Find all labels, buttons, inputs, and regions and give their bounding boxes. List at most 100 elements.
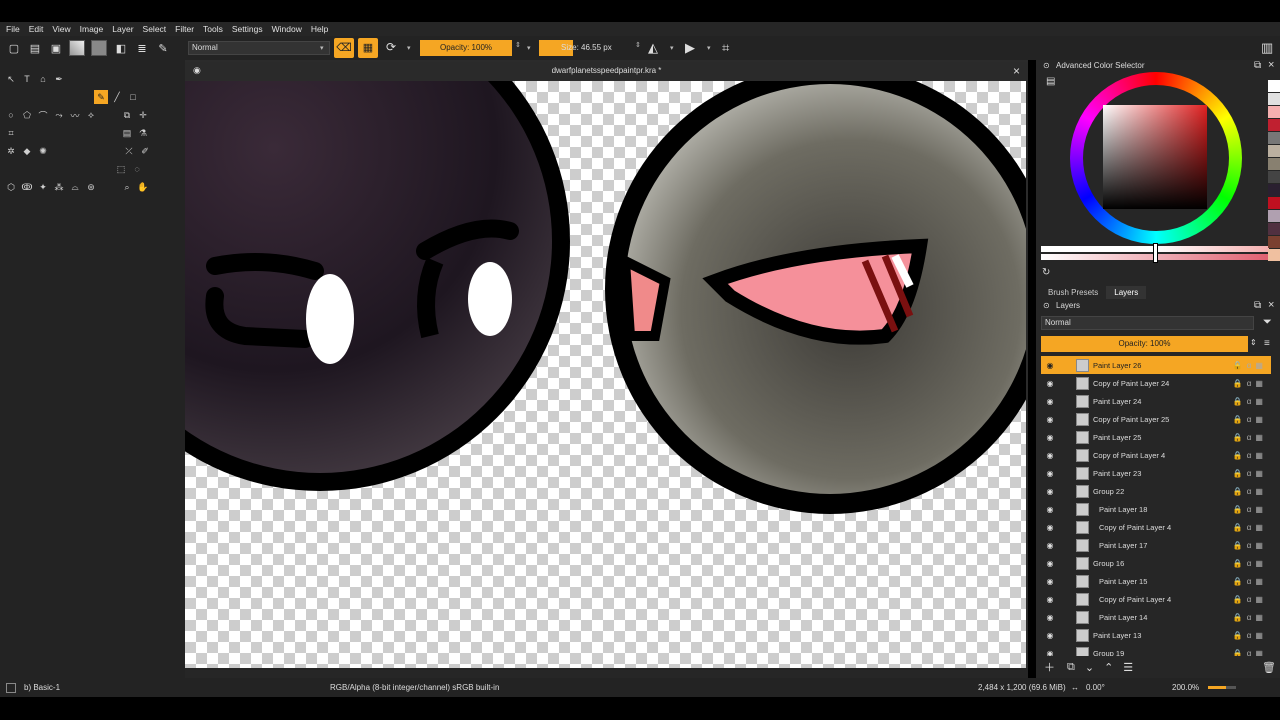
menu-item-select[interactable]: Select	[143, 24, 167, 34]
brush-name[interactable]: b) Basic-1	[24, 683, 60, 692]
layer-flags-icon[interactable]: 🔒α▦	[1233, 451, 1267, 460]
visibility-eye-icon[interactable]: ◉	[1044, 451, 1056, 460]
tab-layers[interactable]: Layers	[1106, 286, 1147, 299]
add-layer-icon[interactable]: ＋	[1044, 659, 1055, 675]
layer-row[interactable]: ◉ Paint Layer 18 🔒α▦	[1041, 500, 1271, 518]
color-patch[interactable]	[1268, 93, 1280, 105]
layer-flags-icon[interactable]: 🔒α▦	[1233, 631, 1267, 640]
spin-arrows-icon[interactable]: ⇕	[1250, 338, 1257, 347]
layer-row[interactable]: ◉ Paint Layer 26 🔒α▦	[1041, 356, 1271, 374]
brush-preview-icon[interactable]	[6, 682, 16, 693]
ellipse-select-icon[interactable]: ◌	[130, 162, 144, 176]
edit-shapes-icon[interactable]: ⌂	[36, 72, 50, 86]
bezier-tool-icon[interactable]: ⤳	[52, 108, 66, 122]
color-patch[interactable]	[1268, 158, 1280, 170]
close-icon[interactable]: ×	[1268, 59, 1274, 71]
layer-flags-icon[interactable]: 🔒α▦	[1233, 379, 1267, 388]
similar-select-icon[interactable]: ⁂	[52, 180, 66, 194]
float-icon[interactable]: ⧉	[1254, 300, 1261, 311]
workspace-icon[interactable]: ▥	[1261, 40, 1273, 56]
reload-icon[interactable]: ⟳	[386, 40, 396, 54]
visibility-eye-icon[interactable]: ◉	[1044, 361, 1056, 370]
float-icon[interactable]: ⧉	[1254, 60, 1261, 71]
menu-item-help[interactable]: Help	[311, 24, 328, 34]
layer-row[interactable]: ◉ Paint Layer 17 🔒α▦	[1041, 536, 1271, 554]
rect-select-icon[interactable]: ⬚	[114, 162, 128, 176]
layer-flags-icon[interactable]: 🔒α▦	[1233, 577, 1267, 586]
color-patch[interactable]	[1268, 132, 1280, 144]
move-down-icon[interactable]: ⌄	[1085, 661, 1094, 674]
move-tool-icon[interactable]: ✛	[136, 108, 150, 122]
color-patch[interactable]	[1268, 223, 1280, 235]
pattern-swatch[interactable]	[91, 40, 107, 56]
gradient-swatch[interactable]	[69, 40, 85, 56]
menu-item-file[interactable]: File	[6, 24, 20, 34]
layer-row[interactable]: ◉ Group 19 🔒α▦	[1041, 644, 1271, 656]
colorize-mask-icon[interactable]: ✲	[4, 144, 18, 158]
reset-icon[interactable]: ↻	[1042, 267, 1050, 278]
blend-mode-select[interactable]: Normal	[188, 41, 330, 55]
layer-flags-icon[interactable]: 🔒α▦	[1233, 415, 1267, 424]
mirror-horizontal-icon[interactable]: ◭	[648, 40, 658, 56]
visibility-eye-icon[interactable]: ◉	[1044, 433, 1056, 442]
color-patch[interactable]	[1268, 80, 1280, 92]
eraser-mode-icon[interactable]: ⌫	[334, 38, 354, 58]
close-icon[interactable]: ×	[1013, 62, 1020, 80]
color-patch[interactable]	[1268, 119, 1280, 131]
color-picker-icon[interactable]: ⚗	[136, 126, 150, 140]
visibility-eye-icon[interactable]: ◉	[1044, 469, 1056, 478]
visibility-eye-icon[interactable]: ◉	[1044, 649, 1056, 657]
layer-flags-icon[interactable]: 🔒α▦	[1233, 559, 1267, 568]
zoom-tool-icon[interactable]: ⌕	[120, 180, 134, 194]
brush-settings-icon[interactable]: ≣	[135, 41, 149, 55]
move-up-icon[interactable]: ⌃	[1104, 661, 1113, 674]
visibility-eye-icon[interactable]: ◉	[1044, 631, 1056, 640]
color-patch[interactable]	[1268, 236, 1280, 248]
fg-bg-color-icon[interactable]: ◧	[114, 41, 128, 55]
visibility-eye-icon[interactable]: ◉	[1044, 505, 1056, 514]
menu-item-window[interactable]: Window	[272, 24, 302, 34]
close-icon[interactable]: ×	[1268, 299, 1274, 311]
polygon-tool-icon[interactable]: ⬠	[20, 108, 34, 122]
dynamic-brush-icon[interactable]: ⟡	[84, 108, 98, 122]
visibility-eye-icon[interactable]: ◉	[1044, 379, 1056, 388]
menu-item-view[interactable]: View	[52, 24, 70, 34]
layer-flags-icon[interactable]: 🔒α▦	[1233, 613, 1267, 622]
new-document-icon[interactable]: ▢	[7, 41, 21, 55]
visibility-eye-icon[interactable]: ◉	[1044, 415, 1056, 424]
menu-item-layer[interactable]: Layer	[112, 24, 133, 34]
visibility-eye-icon[interactable]: ◉	[1044, 523, 1056, 532]
brush-preset-icon[interactable]: ✎	[156, 41, 170, 55]
filter-icon[interactable]: ⏷	[1263, 316, 1272, 329]
freehand-select-icon[interactable]: ↂ	[20, 180, 34, 194]
color-patch[interactable]	[1268, 210, 1280, 222]
text-tool-icon[interactable]: T	[20, 72, 34, 86]
layer-row[interactable]: ◉ Group 22 🔒α▦	[1041, 482, 1271, 500]
settings-icon[interactable]: ▤	[1046, 76, 1055, 87]
layer-flags-icon[interactable]: 🔒α▦	[1233, 523, 1267, 532]
pan-tool-icon[interactable]: ✋	[136, 180, 150, 194]
visibility-eye-icon[interactable]: ◉	[1044, 595, 1056, 604]
layer-row[interactable]: ◉ Copy of Paint Layer 24 🔒α▦	[1041, 374, 1271, 392]
layer-row[interactable]: ◉ Paint Layer 24 🔒α▦	[1041, 392, 1271, 410]
bezier-select-icon[interactable]: ⌓	[68, 180, 82, 194]
line-tool-icon[interactable]: ╱	[110, 90, 124, 104]
magnetic-select-icon[interactable]: ⊛	[84, 180, 98, 194]
open-folder-icon[interactable]: ▤	[28, 41, 42, 55]
layer-flags-icon[interactable]: 🔒α▦	[1233, 397, 1267, 406]
mirror-vertical-icon[interactable]: ▶	[685, 40, 695, 56]
visibility-eye-icon[interactable]: ◉	[1044, 541, 1056, 550]
menu-item-edit[interactable]: Edit	[29, 24, 44, 34]
layer-flags-icon[interactable]: 🔒α▦	[1233, 487, 1267, 496]
drawing-canvas[interactable]	[185, 81, 1026, 668]
measure-tool-icon[interactable]: ✐	[138, 144, 152, 158]
polyline-tool-icon[interactable]: ⌒	[36, 108, 50, 122]
menu-item-image[interactable]: Image	[80, 24, 104, 34]
color-patch[interactable]	[1268, 184, 1280, 196]
layer-row[interactable]: ◉ Copy of Paint Layer 25 🔒α▦	[1041, 410, 1271, 428]
layer-blend-select[interactable]: Normal	[1041, 316, 1254, 330]
zoom-level[interactable]: 200.0%	[1172, 683, 1199, 692]
polygon-select-icon[interactable]: ⬡	[4, 180, 18, 194]
gradient-tool-icon[interactable]: ▤	[120, 126, 134, 140]
freehand-path-icon[interactable]: 〰	[68, 108, 82, 122]
